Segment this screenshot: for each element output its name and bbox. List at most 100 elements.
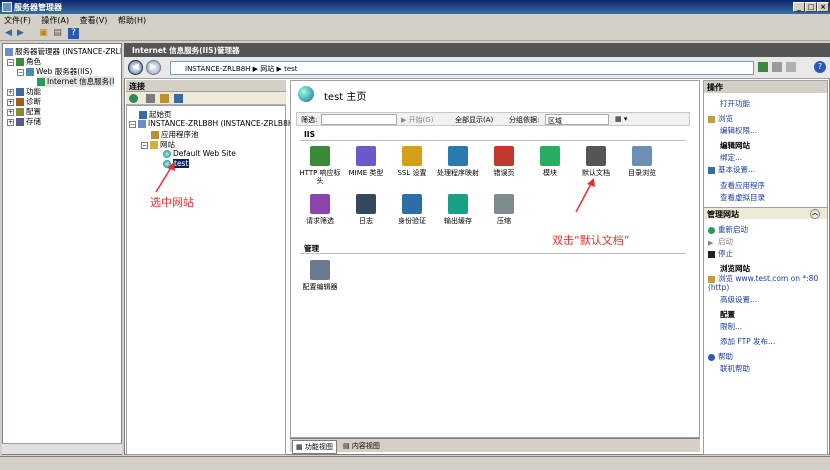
feature-compression[interactable]: 压缩 xyxy=(480,194,528,225)
server-icon xyxy=(138,120,146,128)
action-limits[interactable]: 限制... xyxy=(720,321,742,332)
refresh-icon[interactable] xyxy=(758,62,768,72)
addr-server[interactable]: INSTANCE-ZRLB8H xyxy=(185,65,250,73)
collapse-icon[interactable]: − xyxy=(141,141,148,149)
feature-authentication[interactable]: 身份验证 xyxy=(388,194,436,225)
conn-default-web-site[interactable]: Default Web Site xyxy=(163,149,236,158)
addr-sites[interactable]: 网站 xyxy=(260,65,274,73)
stop-icon[interactable] xyxy=(772,62,782,72)
feature-handler-mappings[interactable]: 处理程序映射 xyxy=(434,146,482,177)
expand-icon[interactable]: + xyxy=(7,108,14,116)
connect-icon[interactable] xyxy=(129,94,138,103)
tree-item-storage[interactable]: + 存储 xyxy=(7,116,41,127)
collapse-icon[interactable]: − xyxy=(7,58,14,66)
action-edit-permissions[interactable]: 编辑权限... xyxy=(720,125,757,136)
action-open-feature[interactable]: 打开功能 xyxy=(720,98,750,109)
collapse-icon[interactable]: − xyxy=(129,120,136,128)
action-help[interactable]: 帮助 xyxy=(708,351,733,362)
show-all-button[interactable]: 全部显示(A) xyxy=(455,115,493,125)
feature-label: 输出缓存 xyxy=(444,217,472,225)
menu-view[interactable]: 查看(V) xyxy=(76,14,112,27)
up-icon[interactable] xyxy=(160,94,169,103)
conn-server[interactable]: − INSTANCE-ZRLB8H (INSTANCE-ZRLB8H\Adm xyxy=(129,119,313,128)
back-button[interactable]: ◀ xyxy=(128,60,143,75)
home-icon[interactable] xyxy=(786,62,796,72)
feature-logging[interactable]: 日志 xyxy=(342,194,390,225)
collapse-chevron-icon[interactable]: ︿ xyxy=(810,209,820,219)
action-stop[interactable]: 停止 xyxy=(708,248,733,259)
help-icon[interactable]: ? xyxy=(68,28,79,39)
feature-error-pages[interactable]: 错误页 xyxy=(480,146,528,177)
maximize-button[interactable]: □ xyxy=(805,2,817,12)
feature-label: 身份验证 xyxy=(398,217,426,225)
browse-icon xyxy=(708,115,715,123)
disconnect-icon[interactable] xyxy=(174,94,183,103)
iis-header: Internet 信息服务(IIS)管理器 xyxy=(124,43,830,57)
menu-bar: 文件(F) 操作(A) 查看(V) 帮助(H) xyxy=(0,14,830,27)
help-icon[interactable]: ? xyxy=(814,61,826,73)
feature-default-document[interactable]: 默认文档 xyxy=(572,146,620,177)
expand-icon[interactable]: + xyxy=(7,88,14,96)
feature-output-caching[interactable]: 输出缓存 xyxy=(434,194,482,225)
view-mode-button[interactable]: ▦ ▾ xyxy=(615,115,627,123)
logging-icon xyxy=(356,194,376,214)
expand-icon[interactable]: + xyxy=(7,118,14,126)
back-arrow-icon[interactable]: ◀ xyxy=(3,28,14,39)
feature-modules[interactable]: 模块 xyxy=(526,146,574,177)
feature-view xyxy=(290,80,700,438)
action-advanced-settings[interactable]: 高级设置... xyxy=(720,294,757,305)
show-hide-tree-icon[interactable]: ▤ xyxy=(52,28,63,39)
action-browse-site-link[interactable]: 浏览 www.test.com on *:80 (http) xyxy=(708,274,824,292)
start-button[interactable]: ▶ 开始(G) xyxy=(401,115,434,125)
menu-help[interactable]: 帮助(H) xyxy=(114,14,150,27)
action-browse[interactable]: 浏览 xyxy=(708,113,733,124)
status-bar xyxy=(0,456,830,470)
feature-lock[interactable]: SSL 设置 xyxy=(388,146,436,177)
action-view-applications[interactable]: 查看应用程序 xyxy=(720,180,765,191)
forward-button[interactable]: ▶ xyxy=(146,60,161,75)
group-by-select[interactable]: 区域 xyxy=(545,114,609,125)
feature-directory-browsing[interactable]: 目录浏览 xyxy=(618,146,666,177)
action-view-virtual-directories[interactable]: 查看虚拟目录 xyxy=(720,192,765,203)
tree-item-iis-manager[interactable]: Internet 信息服务(I xyxy=(37,76,115,87)
action-bindings[interactable]: 绑定... xyxy=(720,152,742,163)
action-online-help[interactable]: 联机帮助 xyxy=(720,363,750,374)
menu-file[interactable]: 文件(F) xyxy=(0,14,35,27)
action-add-ftp[interactable]: 添加 FTP 发布... xyxy=(720,336,775,347)
section-iis-header: IIS xyxy=(304,130,315,139)
config-header: 配置 xyxy=(720,310,735,319)
feature-configuration-editor[interactable]: 配置编辑器 xyxy=(296,260,344,291)
filter-bar: 筛选: ▶ 开始(G) 全部显示(A) 分组依据: 区域 ▦ ▾ xyxy=(296,112,690,126)
collapse-icon[interactable]: − xyxy=(17,68,24,76)
expand-icon[interactable]: + xyxy=(7,98,14,106)
handler-mappings-icon xyxy=(448,146,468,166)
feature-label: SSL 设置 xyxy=(397,169,427,177)
app-pools-icon xyxy=(151,131,159,139)
stop-icon xyxy=(708,250,715,258)
feature-request-filtering[interactable]: 请求筛选 xyxy=(296,194,344,225)
forward-arrow-icon[interactable]: ▶ xyxy=(15,28,26,39)
connections-tree: 起始页 − INSTANCE-ZRLB8H (INSTANCE-ZRLB8H\Ad… xyxy=(126,105,313,455)
feature-label: 错误页 xyxy=(493,169,515,177)
menu-action[interactable]: 操作(A) xyxy=(37,14,73,27)
feature-mime-types[interactable]: MIME 类型 xyxy=(342,146,390,177)
connections-header: 连接 xyxy=(126,80,286,92)
addr-test[interactable]: test xyxy=(284,65,297,73)
tab-content-view[interactable]: ▤ 内容视图 xyxy=(340,440,383,452)
filter-label: 筛选: xyxy=(301,116,318,124)
group-by-label: 分组依据: xyxy=(509,116,540,124)
action-restart[interactable]: 重新启动 xyxy=(708,224,748,235)
save-icon[interactable] xyxy=(146,94,155,103)
minimize-button[interactable]: _ xyxy=(793,2,805,12)
up-folder-icon[interactable]: ▣ xyxy=(38,28,49,39)
filter-input[interactable] xyxy=(321,114,397,125)
title-bar: 服务器管理器 _ □ × xyxy=(0,0,830,14)
action-start[interactable]: ▶ 启动 xyxy=(708,236,733,247)
tab-features-view[interactable]: ▦ 功能视图 xyxy=(292,440,337,454)
left-tree-scrollbar[interactable] xyxy=(2,443,122,454)
action-basic-settings[interactable]: 基本设置... xyxy=(708,164,755,175)
close-button[interactable]: × xyxy=(817,2,829,12)
address-path[interactable]: INSTANCE-ZRLB8H ▶ 网站 ▶ test xyxy=(170,61,754,75)
feature-http-headers[interactable]: HTTP 响应标头 xyxy=(296,146,344,185)
lock-icon xyxy=(402,146,422,166)
